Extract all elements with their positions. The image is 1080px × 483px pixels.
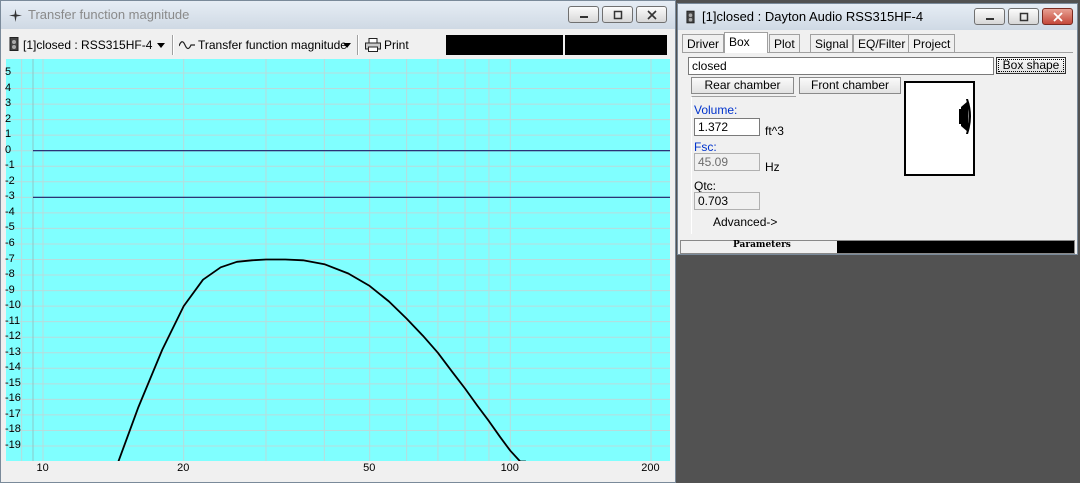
minimize-icon xyxy=(579,16,588,18)
tab-eq-filter[interactable]: EQ/Filter xyxy=(853,34,911,52)
readout-box-2 xyxy=(565,35,667,55)
rear-chamber-button[interactable]: Rear chamber xyxy=(691,77,794,94)
y-tick-label: 5 xyxy=(5,66,12,78)
close-icon xyxy=(646,10,657,20)
x-tick-label: 10 xyxy=(36,462,49,474)
chevron-down-icon xyxy=(157,43,165,48)
speaker-icon xyxy=(686,10,695,24)
volume-field[interactable]: 1.372 xyxy=(694,118,760,136)
chevron-down-icon xyxy=(343,43,351,48)
box-shape-button[interactable]: Box shape xyxy=(996,57,1066,74)
status-black-box xyxy=(837,241,1074,253)
y-tick-label: 1 xyxy=(5,128,12,141)
tab-signal[interactable]: Signal xyxy=(810,34,854,52)
print-label: Print xyxy=(384,38,409,52)
y-tick-label: -10 xyxy=(5,299,21,312)
close-icon xyxy=(1052,12,1063,22)
minimize-button[interactable] xyxy=(568,6,599,23)
right-window-title: [1]closed : Dayton Audio RSS315HF-4 xyxy=(702,9,924,24)
maximize-icon xyxy=(613,10,622,20)
readout-box-1 xyxy=(446,35,563,55)
toolbar-separator xyxy=(172,35,174,55)
transfer-function-window: Transfer function magnitude [1]closed : … xyxy=(0,0,676,483)
x-tick-label: 200 xyxy=(641,462,660,474)
y-tick-label: -7 xyxy=(5,252,15,265)
x-tick-label: 50 xyxy=(363,462,376,474)
y-tick-label: 3 xyxy=(5,97,12,110)
y-tick-label: 0 xyxy=(5,143,12,156)
y-tick-label: -5 xyxy=(5,221,15,234)
qtc-label: Qtc: xyxy=(694,179,717,193)
driver-box-window: [1]closed : Dayton Audio RSS315HF-4 Driv… xyxy=(677,3,1078,255)
magnitude-plot[interactable] xyxy=(6,59,670,463)
y-tick-label: -6 xyxy=(5,236,15,249)
left-window-title: Transfer function magnitude xyxy=(28,7,190,22)
tab-box[interactable]: Box xyxy=(724,32,768,53)
box-name-field[interactable]: closed xyxy=(688,57,994,75)
y-tick-label: -14 xyxy=(5,361,21,374)
fsc-unit: Hz xyxy=(765,160,780,174)
waveform-icon xyxy=(178,41,195,50)
plot-type-select[interactable]: Transfer function magnitude xyxy=(178,36,353,54)
y-tick-label: -2 xyxy=(5,174,15,187)
volume-label: Volume: xyxy=(694,103,738,117)
close-button[interactable] xyxy=(636,6,667,23)
box-diagram xyxy=(904,81,975,176)
front-chamber-button[interactable]: Front chamber xyxy=(799,77,901,94)
printer-icon xyxy=(365,38,381,52)
y-tick-label: -9 xyxy=(5,283,15,296)
qtc-field: 0.703 xyxy=(694,192,760,210)
y-tick-label: -15 xyxy=(5,376,21,389)
x-tick-label: 100 xyxy=(500,462,519,474)
y-tick-label: -16 xyxy=(5,392,21,405)
maximize-button[interactable] xyxy=(602,6,633,23)
y-tick-label: -1 xyxy=(5,159,15,172)
maximize-button[interactable] xyxy=(1008,8,1039,25)
y-tick-label: 4 xyxy=(5,81,12,94)
y-tick-label: -17 xyxy=(5,407,21,420)
y-tick-label: -13 xyxy=(5,345,21,358)
fsc-label: Fsc: xyxy=(694,140,717,154)
minimize-icon xyxy=(985,18,994,20)
minimize-button[interactable] xyxy=(974,8,1005,25)
y-tick-label: -11 xyxy=(5,314,21,327)
status-parameters-label: Parameters xyxy=(733,240,791,250)
y-tick-label: -12 xyxy=(5,330,21,343)
y-tick-label: -4 xyxy=(5,205,15,218)
y-tick-label: -18 xyxy=(5,423,21,436)
y-tick-label: -8 xyxy=(5,268,15,281)
volume-unit: ft^3 xyxy=(765,124,784,138)
fsc-field: 45.09 xyxy=(694,153,760,171)
y-tick-label: -3 xyxy=(5,190,15,203)
left-titlebar[interactable]: Transfer function magnitude xyxy=(1,1,675,29)
maximize-icon xyxy=(1019,12,1028,22)
magnitude-chart xyxy=(6,59,670,463)
driver-select-value: [1]closed : RSS315HF-4 xyxy=(23,38,153,52)
tab-driver[interactable]: Driver xyxy=(682,34,724,52)
y-tick-label: -19 xyxy=(5,439,21,451)
x-tick-label: 20 xyxy=(177,462,190,474)
speaker-icon xyxy=(9,37,19,51)
driver-select[interactable]: [1]closed : RSS315HF-4 xyxy=(9,36,169,54)
status-bar: Parameters xyxy=(680,240,1075,254)
print-button[interactable]: Print xyxy=(365,36,409,54)
right-titlebar[interactable]: [1]closed : Dayton Audio RSS315HF-4 xyxy=(678,4,1077,30)
tab-plot[interactable]: Plot xyxy=(769,34,800,52)
y-tick-label: 2 xyxy=(5,112,12,125)
advanced-link[interactable]: Advanced-> xyxy=(713,215,777,229)
close-button[interactable] xyxy=(1042,8,1073,25)
app-icon xyxy=(9,9,22,22)
plot-type-value: Transfer function magnitude xyxy=(198,38,347,52)
plot-toolbar: [1]closed : RSS315HF-4 Transfer function… xyxy=(7,33,669,57)
tab-project[interactable]: Project xyxy=(908,34,956,52)
toolbar-separator xyxy=(357,35,359,55)
